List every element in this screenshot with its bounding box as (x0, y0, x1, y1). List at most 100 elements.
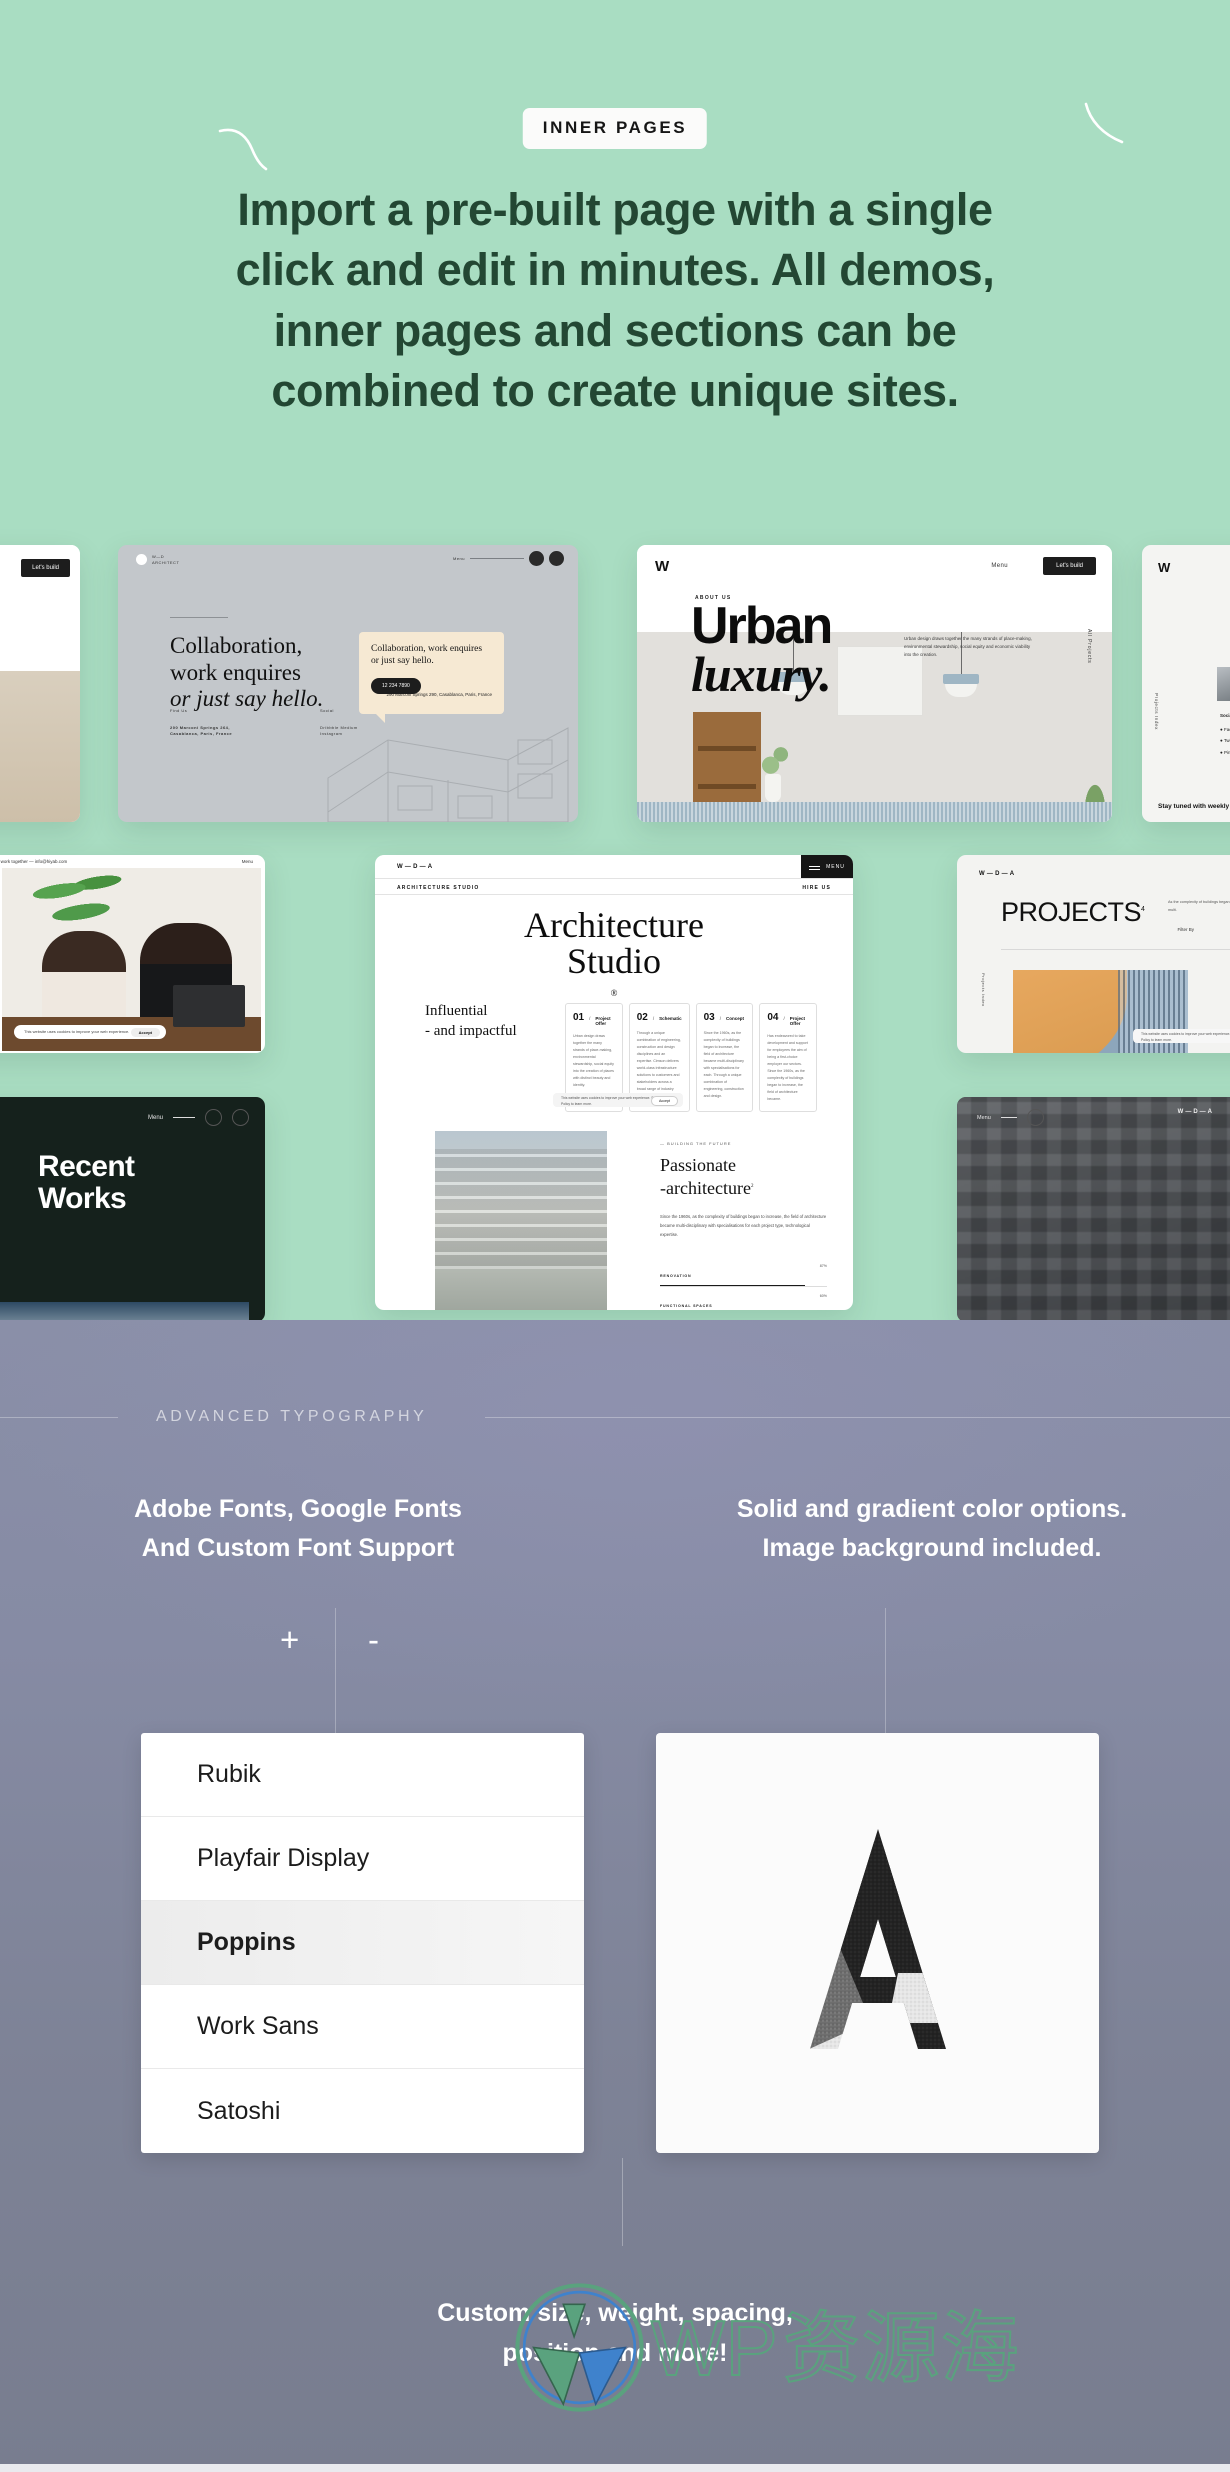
consult-menu[interactable]: Menu (242, 859, 253, 864)
preview-card-consultation[interactable]: Let's work together — info@hiyab.com Men… (0, 855, 265, 1053)
preview-card-collaboration[interactable]: W—D ARCHITECT Menu Collaboration, work e… (118, 545, 578, 822)
edge-right-side-label: Projects Index (1154, 693, 1159, 730)
architecture-title: Architecture Studio ® (524, 905, 704, 998)
step-card[interactable]: 04 / Project Offer Has endeavored to take … (759, 1003, 818, 1112)
architecture-cookie-banner[interactable]: This website uses cookies to improve you… (553, 1093, 683, 1107)
projects-paragraph: As the complexity of buildings began to … (1168, 900, 1230, 912)
laptop-graphic (173, 985, 245, 1027)
section-badge: INNER PAGES (522, 108, 708, 149)
step-separator: / (783, 1016, 785, 1021)
collab-header: W—D ARCHITECT Menu (118, 545, 578, 571)
edge-left-header: Let's build All Projects (0, 545, 80, 671)
passionate-kicker: — BUILDING THE FUTURE (660, 1141, 732, 1146)
urban-paragraph: Urban design draws together the many str… (904, 636, 1032, 657)
typo-left-line2: And Custom Font Support (141, 1534, 455, 1562)
cart-icon[interactable] (205, 1109, 222, 1126)
preview-card-urban[interactable]: W Menu Let's build ABOUT US Urban luxury… (637, 545, 1112, 822)
preview-card-architecture[interactable]: W—D—A MENU ARCHITECTURE STUDIO HIRE US A… (375, 855, 853, 1310)
hamburger-icon (809, 866, 821, 867)
font-list-item-satoshi[interactable]: Satoshi (141, 2069, 584, 2153)
architecture-passionate-block: — BUILDING THE FUTURE Passionate -archit… (660, 1141, 827, 1310)
architecture-photo (435, 1131, 607, 1310)
preview-card-projects[interactable]: W—D—A PROJECTS4 As the complexity of bui… (957, 855, 1230, 1053)
step-body: Since the 1960s, as the complexity of bu… (703, 1031, 744, 1098)
recent-image-graphic (0, 1302, 249, 1320)
blueprint-graphic (327, 727, 569, 822)
projects-cookie-banner[interactable]: This website uses cookies to improve you… (1133, 1029, 1230, 1043)
share-list[interactable]: Social ● Facebook ● Twitter ● Pinterest (1220, 710, 1230, 759)
author-thumbnail (1217, 667, 1230, 701)
font-list-item-playfair-display[interactable]: Playfair Display (141, 1817, 584, 1901)
projects-filter[interactable]: Filter By (1177, 927, 1194, 932)
architecture-cookie-accept[interactable]: Accept (651, 1096, 678, 1106)
share-pinterest[interactable]: ● Pinterest (1220, 747, 1230, 759)
swoosh-left-icon (218, 125, 278, 175)
architecture-menu-button[interactable]: MENU (801, 855, 853, 878)
swoosh-right-icon (1080, 100, 1140, 150)
architecture-hire-link[interactable]: HIRE US (802, 885, 831, 891)
edge-left-photo (0, 671, 80, 822)
vase-graphic (765, 774, 781, 802)
step-number: 02 (636, 1012, 648, 1023)
font-list-item-work-sans[interactable]: Work Sans (141, 1985, 584, 2069)
collab-nav[interactable]: Menu (453, 551, 564, 566)
step-label: Concept (726, 1016, 744, 1021)
letter-a-icon (809, 1829, 946, 2049)
collab-divider (170, 617, 228, 618)
consult-contact[interactable]: Let's work together — info@hiyab.com (0, 859, 67, 864)
typography-kicker: ADVANCED TYPOGRAPHY (156, 1408, 428, 1425)
edge-left-cta[interactable]: Let's build (21, 559, 70, 577)
grid-icon[interactable] (232, 1109, 249, 1126)
share-facebook[interactable]: ● Facebook (1220, 724, 1230, 736)
recent-heading: Recent Works (38, 1150, 135, 1216)
city-nav[interactable]: Menu (977, 1109, 1044, 1126)
hamburger-icon (470, 558, 524, 559)
typography-column-left: Adobe Fonts, Google Fonts And Custom Fon… (0, 1490, 624, 1568)
cart-icon[interactable] (1026, 1109, 1044, 1126)
preview-card-edge-left[interactable]: Let's build All Projects (0, 545, 80, 822)
urban-heading: Urban luxury. (691, 597, 833, 702)
cart-icon[interactable] (529, 551, 544, 566)
urban-menu-label[interactable]: Menu (991, 563, 1008, 569)
typo-right-line2: Image background included. (762, 1534, 1102, 1562)
preview-card-recent-works[interactable]: Menu Recent Works (0, 1097, 265, 1320)
letter-preview-card (656, 1733, 1099, 2153)
step-card[interactable]: 03 / Concept Since the 1960s, as the compl… (695, 1003, 754, 1112)
projects-divider (1001, 949, 1230, 950)
architecture-header: W—D—A MENU (375, 855, 853, 878)
typo-footer-line2: position and more! (502, 2338, 728, 2367)
preview-row-1: Let's build All Projects W—D ARCHITECT M… (0, 545, 1230, 825)
step-number: 04 (767, 1012, 779, 1023)
architecture-menu-label: MENU (826, 863, 845, 870)
preview-card-edge-right[interactable]: W Menu All Projects Projects Index Socia… (1142, 545, 1230, 822)
collab-find-label: Find Us (170, 708, 188, 713)
passionate-heading: Passionate -architecture2 (660, 1155, 754, 1199)
collab-logo: W—D ARCHITECT (136, 554, 179, 566)
architecture-subheader-left: ARCHITECTURE STUDIO (397, 885, 480, 891)
collab-menu-label[interactable]: Menu (453, 556, 465, 562)
consult-cookie-banner[interactable]: This website uses cookies to improve you… (14, 1025, 166, 1039)
preview-card-city[interactable]: Menu W—D—A (957, 1097, 1230, 1320)
typography-column-right: Solid and gradient color options. Image … (624, 1490, 1230, 1568)
grid-icon[interactable] (549, 551, 564, 566)
projects-side-label: Projects Index (981, 973, 986, 1007)
consult-photo: This website uses cookies to improve you… (2, 861, 261, 1051)
minus-icon[interactable]: - (368, 1623, 379, 1656)
consult-cookie-text: This website uses cookies to improve you… (24, 1029, 130, 1034)
step-body: Has endeavored to take development and s… (767, 1034, 808, 1101)
font-list-item-rubik[interactable]: Rubik (141, 1733, 584, 1817)
share-twitter[interactable]: ● Twitter (1220, 735, 1230, 747)
skill-value: 60% (819, 1293, 827, 1298)
consult-cookie-accept[interactable]: Accept (130, 1028, 160, 1037)
skill-row: FUNCTIONAL SPACES 60% (660, 1287, 827, 1311)
recent-menu-label[interactable]: Menu (148, 1115, 163, 1121)
font-family-list[interactable]: Rubik Playfair Display Poppins Work Sans… (141, 1733, 584, 2153)
font-list-item-poppins[interactable]: Poppins (141, 1901, 584, 1985)
collab-find-value: 200 Marconi Springs 264, Casablanca, Par… (170, 724, 233, 736)
urban-cta-button[interactable]: Let's build (1043, 557, 1096, 575)
plus-icon[interactable]: + (280, 1623, 299, 1656)
step-separator: / (589, 1016, 591, 1021)
city-menu-label[interactable]: Menu (977, 1115, 991, 1121)
recent-nav[interactable]: Menu (148, 1109, 249, 1126)
urban-logo: W (655, 558, 669, 575)
